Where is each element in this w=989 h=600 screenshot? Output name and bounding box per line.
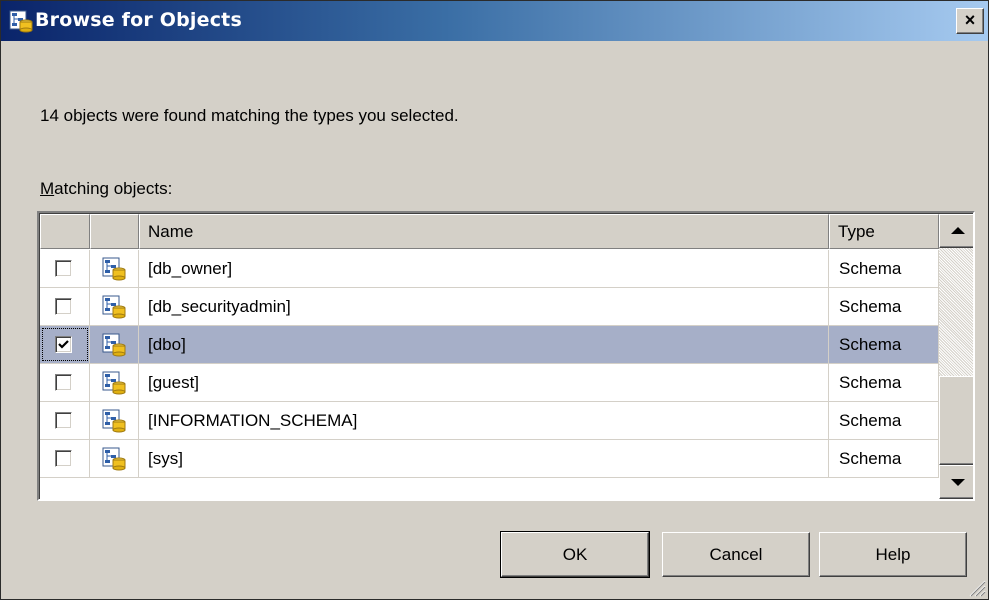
list-item[interactable]: [db_securityadmin] Schema xyxy=(40,288,939,326)
close-icon: × xyxy=(964,10,976,30)
title-bar[interactable]: Browse for Objects × xyxy=(1,1,988,41)
icon-cell xyxy=(90,288,139,326)
checkbox-cell xyxy=(40,288,90,326)
icon-cell xyxy=(90,326,139,364)
icon-cell xyxy=(90,402,139,440)
matching-objects-label-text: atching objects: xyxy=(54,179,173,198)
schema-icon xyxy=(102,409,126,433)
name-column-header[interactable]: Name xyxy=(139,214,829,249)
type-cell: Schema xyxy=(829,326,939,364)
type-cell: Schema xyxy=(829,364,939,402)
schema-icon xyxy=(102,257,126,281)
browse-for-objects-dialog: Browse for Objects × 14 objects were fou… xyxy=(0,0,989,600)
schema-icon xyxy=(102,333,126,357)
name-cell: [db_securityadmin] xyxy=(139,288,829,326)
list-item[interactable]: [guest] Schema xyxy=(40,364,939,402)
resize-grip-icon[interactable] xyxy=(966,577,986,597)
window-title: Browse for Objects xyxy=(35,9,242,31)
checkbox-cell xyxy=(40,250,90,288)
checkbox-cell xyxy=(40,402,90,440)
matching-objects-list[interactable]: Name Type [db_owner] Schema [db_security… xyxy=(37,211,975,501)
name-cell: [dbo] xyxy=(139,326,829,364)
cancel-button[interactable]: Cancel xyxy=(662,532,810,577)
icon-cell xyxy=(90,440,139,478)
list-item[interactable]: [INFORMATION_SCHEMA] Schema xyxy=(40,402,939,440)
schema-icon xyxy=(102,447,126,471)
icon-cell xyxy=(90,364,139,402)
scroll-up-button[interactable] xyxy=(939,214,973,248)
checkbox-cell xyxy=(40,364,90,402)
type-cell: Schema xyxy=(829,288,939,326)
list-item[interactable]: [sys] Schema xyxy=(40,440,939,478)
name-cell: [INFORMATION_SCHEMA] xyxy=(139,402,829,440)
list-header: Name Type xyxy=(40,214,939,250)
type-column-header[interactable]: Type xyxy=(829,214,939,249)
name-cell: [guest] xyxy=(139,364,829,402)
row-checkbox[interactable] xyxy=(55,260,72,277)
scroll-down-button[interactable] xyxy=(939,465,973,499)
schema-icon xyxy=(102,371,126,395)
name-cell: [sys] xyxy=(139,440,829,478)
help-button[interactable]: Help xyxy=(819,532,967,577)
scrollbar-thumb[interactable] xyxy=(939,376,973,465)
row-checkbox[interactable] xyxy=(55,298,72,315)
ok-button[interactable]: OK xyxy=(500,531,650,578)
row-checkbox[interactable] xyxy=(55,412,72,429)
type-cell: Schema xyxy=(829,440,939,478)
list-item[interactable]: [db_owner] Schema xyxy=(40,250,939,288)
schema-icon xyxy=(102,295,126,319)
icon-cell xyxy=(90,250,139,288)
row-checkbox[interactable] xyxy=(55,450,72,467)
checkbox-cell xyxy=(40,326,90,364)
row-checkbox-checked[interactable] xyxy=(55,336,72,353)
list-item-selected[interactable]: [dbo] Schema xyxy=(40,326,939,364)
vertical-scrollbar[interactable] xyxy=(939,214,973,499)
matching-objects-accelerator: M xyxy=(40,179,55,198)
row-checkbox[interactable] xyxy=(55,374,72,391)
close-button[interactable]: × xyxy=(956,8,984,34)
name-cell: [db_owner] xyxy=(139,250,829,288)
arrow-down-icon xyxy=(951,479,965,486)
matching-objects-label: Matching objects: xyxy=(40,179,172,199)
schema-icon xyxy=(9,10,33,33)
type-cell: Schema xyxy=(829,250,939,288)
checkmark-icon xyxy=(58,340,69,349)
icon-column-header[interactable] xyxy=(90,214,139,249)
arrow-up-icon xyxy=(951,227,965,234)
checkbox-column-header[interactable] xyxy=(40,214,90,249)
found-objects-message: 14 objects were found matching the types… xyxy=(40,106,459,125)
checkbox-cell xyxy=(40,440,90,478)
type-cell: Schema xyxy=(829,402,939,440)
